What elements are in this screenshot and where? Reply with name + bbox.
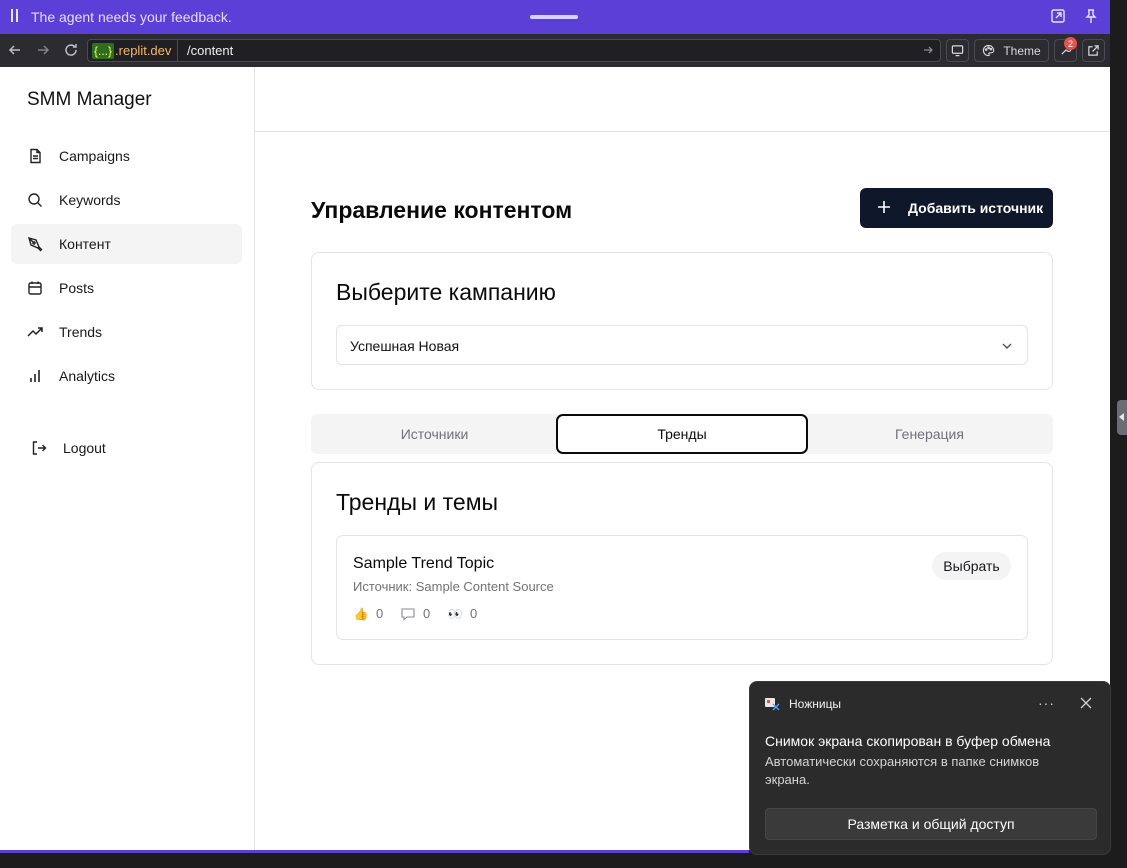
side-panel-handle[interactable]: [1117, 400, 1127, 435]
brand-title: SMM Manager: [27, 89, 152, 110]
url-path: /content: [187, 43, 234, 58]
sidebar-item-trends[interactable]: Trends: [11, 312, 242, 352]
sidebar-item-label: Trends: [59, 324, 103, 340]
browser-toolbar: {...} .replit.dev /content Theme: [0, 34, 1110, 67]
likes-count: 0: [376, 606, 384, 621]
comments-count: 0: [423, 606, 431, 621]
plus-icon: [877, 200, 891, 214]
back-arrow-icon[interactable]: [7, 42, 23, 58]
select-trend-button[interactable]: Выбрать: [932, 552, 1011, 580]
bar-chart-icon: [27, 368, 43, 384]
logout-label: Logout: [63, 440, 106, 456]
close-icon[interactable]: [1079, 696, 1093, 710]
scissors-app-icon: [764, 696, 780, 712]
trending-up-icon: [27, 324, 43, 340]
reload-icon[interactable]: [63, 42, 79, 58]
trends-card-title: Тренды и темы: [336, 489, 499, 515]
theme-label: Theme: [1003, 43, 1041, 58]
domain-prefix: {...}: [92, 42, 115, 59]
eyes-icon: 👀: [447, 606, 463, 621]
sidebar-item-campaigns[interactable]: Campaigns: [11, 136, 242, 176]
thumbs-up-icon: 👍: [353, 606, 369, 621]
campaign-select-value: Успешная Новая: [350, 338, 460, 354]
chevron-down-icon: [1000, 339, 1014, 353]
markup-share-button[interactable]: Разметка и общий доступ: [765, 808, 1097, 840]
sidebar-item-content[interactable]: Контент: [11, 224, 242, 264]
domain-host: .replit.dev: [115, 43, 172, 58]
pop-out-icon[interactable]: [1050, 8, 1066, 24]
pen-tool-icon: [27, 236, 43, 252]
sidebar-item-keywords[interactable]: Keywords: [11, 180, 242, 220]
trends-card: Тренды и темы Sample Trend Topic Источни…: [311, 462, 1053, 665]
notification-heading: Снимок экрана скопирован в буфер обмена: [765, 733, 1051, 749]
url-field[interactable]: {...} .replit.dev /content: [87, 39, 941, 62]
likes-stat: 👍 0: [353, 606, 384, 621]
comments-stat: 0: [400, 606, 430, 621]
trend-title: Sample Trend Topic: [353, 555, 495, 572]
tab-sources[interactable]: Источники: [311, 414, 558, 454]
campaign-card: Выберите кампанию Успешная Новая: [311, 252, 1053, 390]
monitor-icon: [951, 44, 964, 57]
notification-app-name: Ножницы: [789, 697, 842, 711]
search-icon: [27, 192, 43, 208]
go-arrow-icon[interactable]: [922, 44, 934, 56]
sidebar-item-analytics[interactable]: Analytics: [11, 356, 242, 396]
more-options-icon[interactable]: ···: [1038, 695, 1055, 711]
campaign-card-title: Выберите кампанию: [336, 279, 556, 305]
pause-icon[interactable]: [10, 9, 20, 23]
sidebar: SMM Manager Campaigns Keywords Контент P…: [0, 67, 255, 850]
open-new-tab-button[interactable]: [1082, 39, 1105, 62]
devtools-button[interactable]: [946, 39, 969, 62]
forward-arrow-icon[interactable]: [35, 42, 51, 58]
tab-generation[interactable]: Генерация: [806, 414, 1053, 454]
notification-body: Автоматически сохраняются в папке снимко…: [765, 754, 1040, 787]
add-source-button[interactable]: Добавить источник: [860, 188, 1053, 228]
sidebar-item-posts[interactable]: Posts: [11, 268, 242, 308]
calendar-icon: [27, 280, 43, 296]
trend-source: Источник: Sample Content Source: [353, 579, 554, 594]
trend-item: Sample Trend Topic Источник: Sample Cont…: [336, 535, 1028, 640]
page-title: Управление контентом: [311, 197, 573, 223]
snipping-tool-notification: Ножницы ··· Снимок экрана скопирован в б…: [749, 681, 1111, 855]
sidebar-item-label: Posts: [59, 280, 95, 296]
sidebar-item-label: Campaigns: [59, 148, 130, 164]
add-source-label: Добавить источник: [908, 200, 1044, 216]
content-tabs: Источники Тренды Генерация: [311, 414, 1053, 454]
sidebar-item-label: Analytics: [59, 368, 116, 384]
notification-badge: 2: [1064, 37, 1077, 50]
url-domain: {...} .replit.dev: [88, 40, 179, 61]
palette-icon: [982, 44, 995, 57]
tab-trends[interactable]: Тренды: [556, 414, 808, 454]
agent-feedback-bar: The agent needs your feedback.: [0, 0, 1110, 34]
views-stat: 👀 0: [447, 606, 478, 621]
views-count: 0: [470, 606, 478, 621]
pin-icon[interactable]: [1083, 8, 1099, 24]
theme-button[interactable]: Theme: [974, 39, 1049, 62]
drag-handle[interactable]: [530, 15, 578, 19]
external-link-icon: [1087, 44, 1100, 57]
agent-feedback-message: The agent needs your feedback.: [31, 9, 232, 25]
sidebar-item-label: Keywords: [59, 192, 121, 208]
comment-icon: [400, 607, 416, 621]
sidebar-item-label: Контент: [59, 236, 111, 252]
logout-icon: [31, 440, 47, 456]
document-icon: [27, 148, 43, 164]
top-header: [255, 67, 1110, 132]
logout-button[interactable]: Logout: [11, 428, 242, 468]
campaign-select[interactable]: Успешная Новая: [336, 325, 1028, 365]
frame-bottom-border: [0, 850, 749, 853]
